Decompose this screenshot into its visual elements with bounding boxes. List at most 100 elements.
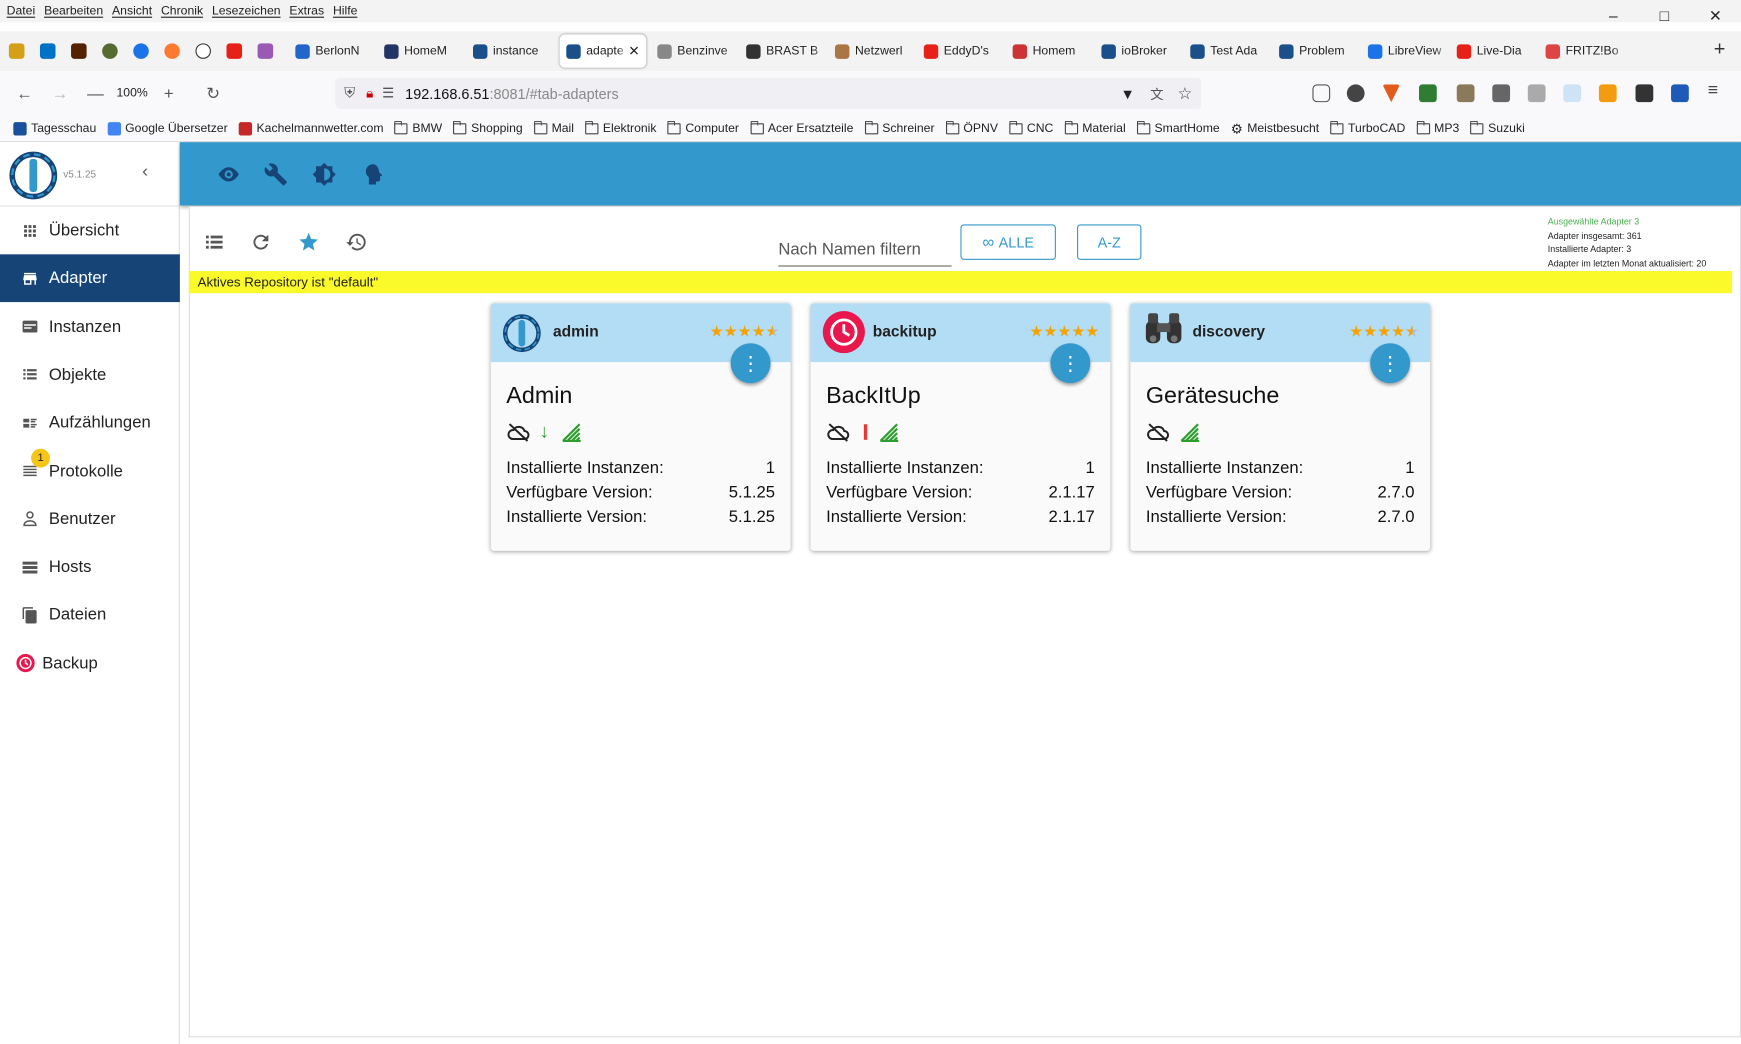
brightness-icon[interactable] bbox=[312, 162, 336, 186]
bookmark-item[interactable]: ÖPNV bbox=[945, 120, 998, 135]
back-button[interactable]: ← bbox=[7, 84, 43, 103]
browser-tab[interactable]: Homem bbox=[1006, 34, 1095, 67]
pinned-tab[interactable] bbox=[2, 37, 31, 66]
refresh-icon[interactable] bbox=[250, 231, 272, 253]
update-available-icon[interactable]: ↓ bbox=[540, 421, 549, 443]
browser-tab[interactable]: BRAST B bbox=[739, 34, 828, 67]
bookmark-item[interactable]: Mail bbox=[533, 120, 574, 135]
sidebar-item-instances[interactable]: Instanzen bbox=[0, 303, 180, 351]
sidebar-item-user[interactable]: Benutzer bbox=[0, 495, 180, 543]
menu-lesezeichen[interactable]: Lesezeichen bbox=[212, 4, 281, 17]
extension-translate-icon[interactable] bbox=[1671, 84, 1689, 103]
sidebar-item-backup[interactable]: Backup bbox=[0, 639, 180, 687]
eye-icon[interactable] bbox=[217, 162, 241, 186]
bookmark-item[interactable]: Schreiner bbox=[864, 120, 935, 135]
menu-chronik[interactable]: Chronik bbox=[161, 4, 203, 17]
pinned-tab[interactable] bbox=[33, 37, 62, 66]
bookmark-item[interactable]: BMW bbox=[394, 120, 442, 135]
wrench-icon[interactable] bbox=[264, 162, 288, 186]
bookmark-item[interactable]: Acer Ersatzteile bbox=[750, 120, 853, 135]
browser-tab[interactable]: adapte ✕ bbox=[559, 34, 647, 68]
extension-f-icon[interactable] bbox=[1598, 84, 1617, 103]
close-tab-icon[interactable]: ✕ bbox=[628, 43, 639, 59]
browser-tab[interactable]: Live-Dia bbox=[1450, 34, 1539, 67]
extension-grid-icon[interactable] bbox=[1492, 84, 1511, 103]
sidebar-item-store[interactable]: Adapter bbox=[0, 254, 180, 303]
minimize-icon[interactable]: – bbox=[1588, 0, 1639, 31]
bookmark-item[interactable]: Elektronik bbox=[585, 120, 656, 135]
more-options-button[interactable]: ⋮ bbox=[1050, 343, 1091, 384]
bookmark-item[interactable]: Shopping bbox=[453, 120, 523, 135]
maximize-icon[interactable]: □ bbox=[1639, 0, 1690, 31]
pinned-tab[interactable] bbox=[95, 37, 124, 66]
pinned-tab[interactable] bbox=[127, 37, 156, 66]
sort-az-button[interactable]: A-Z bbox=[1077, 224, 1142, 260]
rating[interactable]: ★★★★★★★★★★ bbox=[710, 322, 780, 341]
hamburger-menu-icon[interactable]: ≡ bbox=[1708, 81, 1718, 101]
pinned-tab[interactable] bbox=[251, 37, 280, 66]
pocket-icon[interactable] bbox=[1312, 84, 1331, 103]
bookmark-item[interactable]: Kachelmannwetter.com bbox=[238, 121, 383, 135]
sidebar-item-files[interactable]: Dateien bbox=[0, 591, 180, 639]
browser-tab[interactable]: LibreView bbox=[1361, 34, 1450, 67]
menu-bearbeiten[interactable]: Bearbeiten bbox=[44, 4, 103, 17]
zoom-out-button[interactable]: — bbox=[78, 84, 114, 103]
insecure-lock-icon[interactable]: 🔒︎ bbox=[366, 85, 373, 102]
close-window-icon[interactable]: ✕ bbox=[1690, 0, 1741, 31]
zoom-in-button[interactable]: + bbox=[151, 84, 187, 103]
url-bar[interactable]: ⛨ 🔒︎ ☰ 192.168.6.51:8081/#tab-adapters ▼… bbox=[335, 77, 1202, 109]
extension-dark-icon[interactable] bbox=[1635, 84, 1654, 103]
menu-ansicht[interactable]: Ansicht bbox=[112, 4, 152, 17]
pinned-tab[interactable] bbox=[64, 37, 93, 66]
update-history-icon[interactable] bbox=[345, 231, 367, 253]
collapse-chevron-icon[interactable]: ‹ bbox=[142, 162, 148, 182]
sidebar-item-hosts[interactable]: Hosts bbox=[0, 543, 180, 591]
bookmark-star-icon[interactable]: ☆ bbox=[1178, 83, 1193, 103]
bookmark-item[interactable]: Google Übersetzer bbox=[107, 121, 228, 135]
bookmark-item[interactable]: Computer bbox=[667, 120, 739, 135]
extension-v-icon[interactable] bbox=[1382, 84, 1401, 103]
sidebar-item-list[interactable]: Objekte bbox=[0, 351, 180, 399]
pocket-like-icon[interactable]: ▼ bbox=[1120, 85, 1134, 102]
more-options-button[interactable]: ⋮ bbox=[730, 343, 771, 384]
sidebar-item-logs[interactable]: Protokolle bbox=[0, 447, 180, 495]
bookmark-item[interactable]: ⚙ Meistbesucht bbox=[1231, 121, 1319, 137]
browser-tab[interactable]: Netzwerl bbox=[828, 34, 917, 67]
weather-icon[interactable] bbox=[1456, 84, 1475, 103]
extension-green-icon[interactable] bbox=[1419, 84, 1437, 103]
zoom-level[interactable]: 100% bbox=[113, 86, 151, 102]
browser-tab[interactable]: EddyD's bbox=[917, 34, 1006, 67]
more-options-button[interactable]: ⋮ bbox=[1370, 343, 1411, 384]
pinned-tab[interactable] bbox=[220, 37, 249, 66]
new-tab-button[interactable]: + bbox=[1714, 38, 1726, 61]
translate-icon[interactable]: 文 bbox=[1150, 84, 1163, 103]
sidebar-item-apps[interactable]: Übersicht bbox=[0, 207, 180, 255]
list-view-icon[interactable] bbox=[203, 231, 225, 253]
show-all-button[interactable]: ∞ ALLE bbox=[960, 224, 1056, 260]
browser-tab[interactable]: Test Ada bbox=[1184, 34, 1273, 67]
bookmark-item[interactable]: Material bbox=[1064, 120, 1126, 135]
pinned-tab[interactable] bbox=[158, 37, 187, 66]
permissions-icon[interactable]: ☰ bbox=[382, 86, 394, 102]
bookmark-item[interactable]: Suzuki bbox=[1470, 120, 1525, 135]
bookmark-item[interactable]: Tagesschau bbox=[13, 121, 96, 135]
menu-extras[interactable]: Extras bbox=[289, 4, 324, 17]
browser-tab[interactable]: Benzinve bbox=[651, 34, 740, 67]
browser-tab[interactable]: ioBroker bbox=[1095, 34, 1184, 67]
sidebar-item-enums[interactable]: Aufzählungen bbox=[0, 399, 180, 447]
pinned-tab[interactable] bbox=[189, 37, 218, 66]
menu-datei[interactable]: Datei bbox=[7, 4, 36, 17]
extension-book-icon[interactable] bbox=[1527, 84, 1546, 103]
extension-b-icon[interactable] bbox=[1346, 84, 1365, 103]
rating[interactable]: ★★★★★★★★★★ bbox=[1349, 322, 1419, 341]
forward-button[interactable]: → bbox=[42, 84, 78, 103]
reload-button[interactable]: ↻ bbox=[195, 83, 231, 103]
menu-hilfe[interactable]: Hilfe bbox=[333, 4, 357, 17]
expert-mode-icon[interactable] bbox=[360, 162, 384, 186]
browser-tab[interactable]: Problem bbox=[1272, 34, 1361, 67]
bookmark-item[interactable]: MP3 bbox=[1416, 120, 1459, 135]
browser-tab[interactable]: FRITZ!Bo bbox=[1539, 34, 1628, 67]
name-filter-input[interactable]: Nach Namen filtern bbox=[778, 235, 952, 267]
bookmark-item[interactable]: SmartHome bbox=[1136, 120, 1220, 135]
bookmark-item[interactable]: TurboCAD bbox=[1330, 120, 1405, 135]
